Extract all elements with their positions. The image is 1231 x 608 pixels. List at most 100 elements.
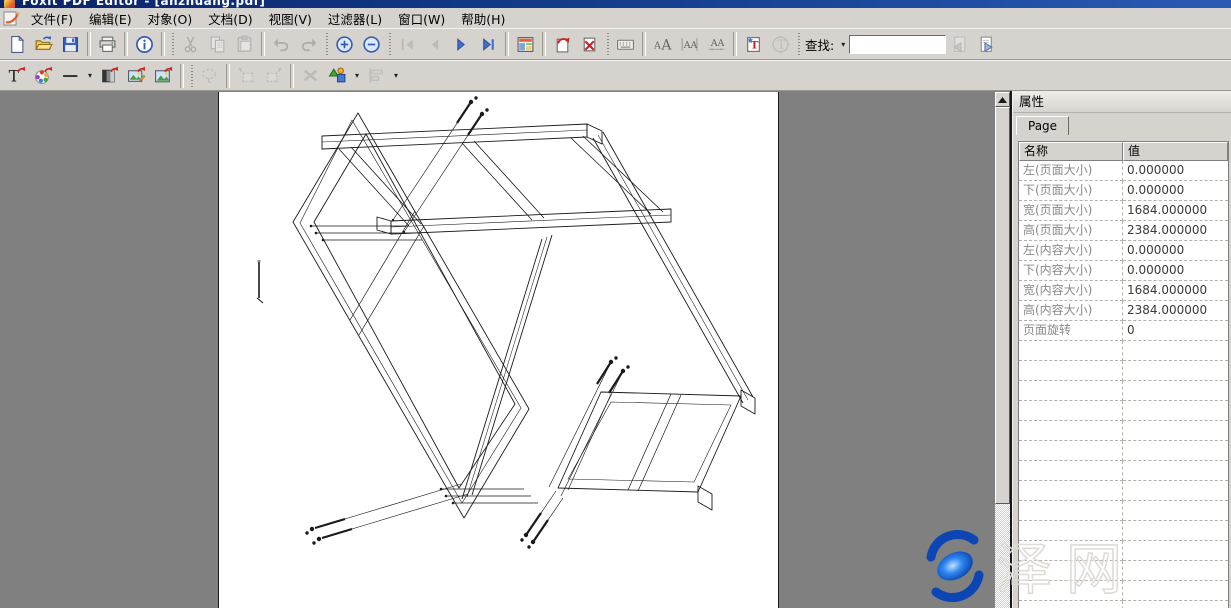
page-thumbnails-icon [516, 35, 535, 54]
find-label: 查找: [805, 35, 834, 54]
menu-item-edit[interactable]: 编辑(E) [81, 8, 140, 29]
property-row[interactable]: 宽(页面大小)1684.000000 [1019, 201, 1228, 221]
property-name: 高(页面大小) [1019, 221, 1123, 241]
property-value[interactable]: 0.000000 [1123, 261, 1228, 281]
virtual-keyboard-button[interactable] [612, 31, 639, 57]
document-info-button[interactable] [131, 31, 158, 57]
toolbar-separator [180, 64, 184, 88]
toolbar-grip[interactable] [168, 31, 177, 57]
insert-shape-dropdown[interactable]: ▾ [351, 63, 363, 89]
undo-button [268, 31, 295, 57]
property-value[interactable]: 1684.000000 [1123, 201, 1228, 221]
property-row[interactable]: 左(页面大小)0.000000 [1019, 161, 1228, 181]
zoom-in-button[interactable] [331, 31, 358, 57]
toolbar-grip[interactable] [187, 63, 196, 89]
line-style-dropdown[interactable]: ▾ [84, 63, 96, 89]
last-page-button[interactable] [475, 31, 502, 57]
scroll-up-button[interactable] [995, 92, 1010, 107]
svg-text:A: A [660, 37, 672, 53]
toolbar-grip[interactable] [322, 31, 331, 57]
property-row[interactable]: 左(内容大小)0.000000 [1019, 241, 1228, 261]
find-history-dropdown[interactable]: ▾ [837, 31, 849, 57]
prev-page-button [421, 31, 448, 57]
add-image-button[interactable] [150, 63, 177, 89]
property-value[interactable]: 2384.000000 [1123, 301, 1228, 321]
toolbar-separator [124, 32, 128, 56]
copy-button [204, 31, 231, 57]
tab-page[interactable]: Page [1016, 116, 1069, 135]
line-style-button[interactable] [57, 63, 84, 89]
word-spacing-button[interactable]: AA [703, 31, 730, 57]
add-text-icon: T [744, 35, 763, 54]
property-name: 左(内容大小) [1019, 241, 1123, 261]
menu-item-window[interactable]: 窗口(W) [390, 8, 453, 29]
property-row-empty [1019, 341, 1228, 361]
lasso-edit-button [196, 63, 223, 89]
copy-icon [208, 35, 227, 54]
font-size-button[interactable]: AA [649, 31, 676, 57]
isometric-frame-drawing [219, 92, 778, 608]
edit-image-icon [127, 66, 146, 85]
find-previous-button [946, 31, 973, 57]
property-row[interactable]: 下(页面大小)0.000000 [1019, 181, 1228, 201]
property-row[interactable]: 宽(内容大小)1684.000000 [1019, 281, 1228, 301]
menu-item-object[interactable]: 对象(O) [140, 8, 201, 29]
menu-item-document[interactable]: 文档(D) [200, 8, 260, 29]
align-objects-icon [367, 66, 386, 85]
save-file-button[interactable] [57, 31, 84, 57]
property-value[interactable]: 0.000000 [1123, 161, 1228, 181]
property-row[interactable]: 页面旋转0 [1019, 321, 1228, 341]
property-row[interactable]: 高(内容大小)2384.000000 [1019, 301, 1228, 321]
chevron-down-icon: ▾ [355, 71, 359, 80]
toolbar-separator [161, 32, 165, 56]
insert-shape-button[interactable] [324, 63, 351, 89]
open-file-button[interactable] [30, 31, 57, 57]
new-document-button[interactable] [3, 31, 30, 57]
zoom-out-button[interactable] [358, 31, 385, 57]
menu-item-filter[interactable]: 过滤器(L) [320, 8, 390, 29]
group-rotate-left-icon [237, 66, 256, 85]
rotate-page-button[interactable] [549, 31, 576, 57]
rotate-page-icon [553, 35, 572, 54]
align-dropdown[interactable]: ▾ [390, 63, 402, 89]
toolbar-grip[interactable] [603, 31, 612, 57]
chevron-down-icon: ▾ [88, 71, 92, 80]
toolbar-grip[interactable] [794, 31, 803, 57]
first-page-button [394, 31, 421, 57]
find-input[interactable] [849, 35, 946, 54]
set-color-button[interactable] [30, 63, 57, 89]
menu-item-view[interactable]: 视图(V) [261, 8, 320, 29]
edit-image-button[interactable] [123, 63, 150, 89]
menu-item-file[interactable]: 文件(F) [23, 8, 81, 29]
property-row[interactable]: 下(内容大小)0.000000 [1019, 261, 1228, 281]
chevron-down-icon: ▾ [394, 71, 398, 80]
next-page-button[interactable] [448, 31, 475, 57]
redo-button [295, 31, 322, 57]
char-spacing-icon: AA [680, 35, 699, 54]
watermark-logo-icon [918, 529, 992, 603]
delete-page-button[interactable] [576, 31, 603, 57]
last-page-icon [479, 35, 498, 54]
property-value[interactable]: 1684.000000 [1123, 281, 1228, 301]
page-thumbnails-button[interactable] [512, 31, 539, 57]
char-spacing-button[interactable]: AA [676, 31, 703, 57]
toolbar-grip[interactable] [385, 31, 394, 57]
property-value[interactable]: 0.000000 [1123, 241, 1228, 261]
group-rotate-left-button [233, 63, 260, 89]
find-next-button[interactable] [973, 31, 1000, 57]
add-text-button[interactable]: T [740, 31, 767, 57]
property-value[interactable]: 0.000000 [1123, 181, 1228, 201]
menu-item-help[interactable]: 帮助(H) [453, 8, 513, 29]
fill-style-button[interactable] [96, 63, 123, 89]
lasso-edit-icon [200, 66, 219, 85]
property-value[interactable]: 2384.000000 [1123, 221, 1228, 241]
scrollbar-thumb[interactable] [995, 107, 1010, 504]
print-button[interactable] [94, 31, 121, 57]
add-text-object-button[interactable]: T [3, 63, 30, 89]
vertical-scrollbar[interactable] [995, 92, 1010, 608]
paste-icon [235, 35, 254, 54]
document-page[interactable] [218, 92, 779, 608]
property-row[interactable]: 高(页面大小)2384.000000 [1019, 221, 1228, 241]
property-row-empty [1019, 441, 1228, 461]
property-value[interactable]: 0 [1123, 321, 1228, 341]
